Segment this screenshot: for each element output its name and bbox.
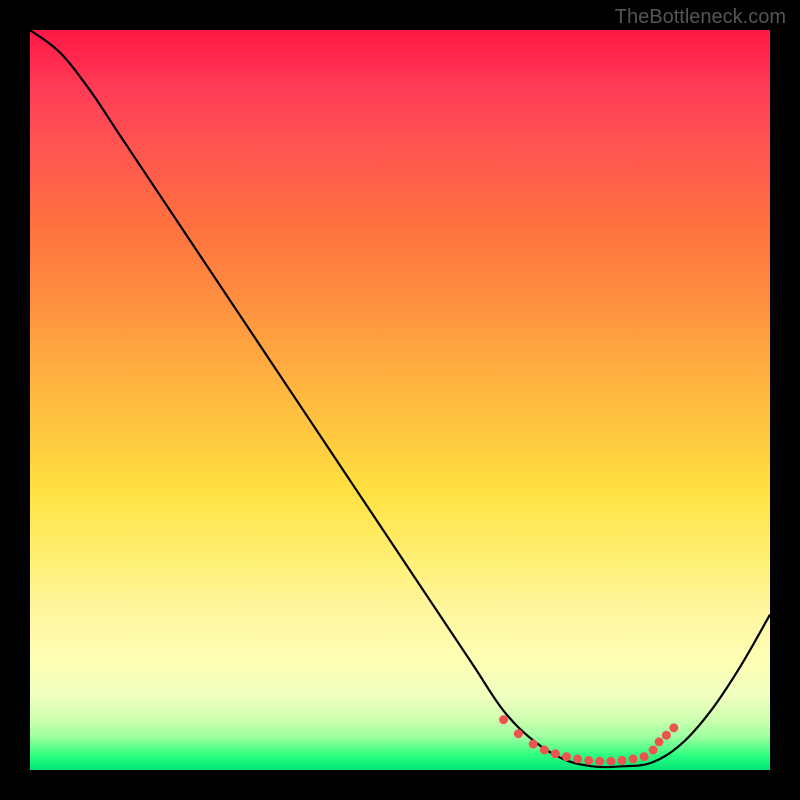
marker-layer (30, 30, 770, 770)
marker-dot (655, 737, 664, 746)
marker-dot (540, 746, 549, 755)
marker-dot (514, 729, 523, 738)
marker-dot (529, 740, 538, 749)
optimal-range-markers (499, 715, 678, 765)
marker-dot (551, 749, 560, 758)
marker-dot (629, 754, 638, 763)
marker-dot (606, 757, 615, 766)
watermark-text: TheBottleneck.com (615, 6, 786, 29)
marker-dot (640, 752, 649, 761)
marker-dot (662, 731, 671, 740)
chart-container: TheBottleneck.com (0, 0, 800, 800)
marker-dot (595, 757, 604, 766)
marker-dot (649, 746, 658, 755)
marker-dot (562, 752, 571, 761)
marker-dot (499, 715, 508, 724)
plot-area (30, 30, 770, 770)
marker-dot (669, 723, 678, 732)
marker-dot (584, 756, 593, 765)
marker-dot (573, 754, 582, 763)
marker-dot (618, 756, 627, 765)
